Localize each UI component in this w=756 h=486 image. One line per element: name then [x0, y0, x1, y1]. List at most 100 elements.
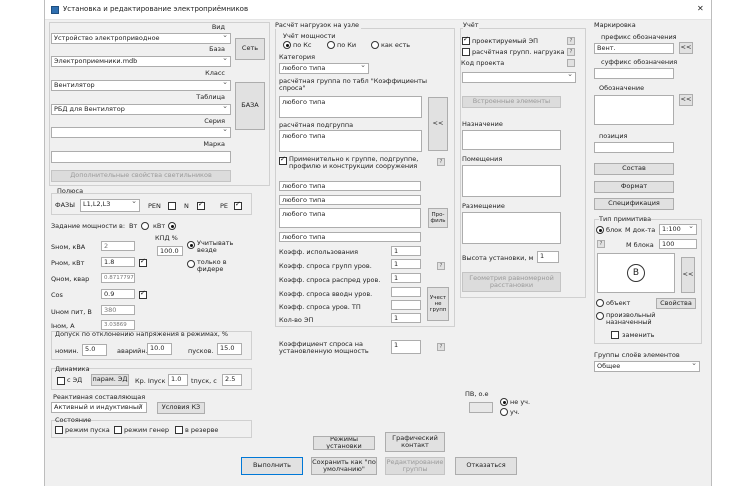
inom-input[interactable]: 3.03869 — [101, 320, 135, 330]
vt-radio[interactable] — [141, 222, 149, 230]
count-groups-button[interactable]: Учест не групп — [427, 287, 449, 321]
filter-field-1[interactable]: любого типа — [279, 181, 421, 191]
filter-field-4[interactable]: любого типа — [279, 232, 421, 242]
k-group-input[interactable]: 1 — [391, 259, 421, 269]
pe-checkbox[interactable] — [234, 200, 242, 210]
kpd-input[interactable]: 100.0 — [157, 246, 183, 256]
spec-button[interactable]: Спецификация — [594, 198, 674, 210]
seria-select[interactable] — [51, 127, 231, 138]
k-tp-input[interactable] — [391, 300, 421, 310]
ed-checkbox[interactable] — [57, 377, 65, 385]
layers-select[interactable]: Общее — [594, 361, 700, 372]
format-button[interactable]: Формат — [594, 181, 674, 193]
cancel-button[interactable]: Отказаться — [455, 457, 517, 475]
k-set-help-icon[interactable]: ? — [437, 343, 445, 351]
pnom-input[interactable]: 1.8 — [101, 257, 135, 267]
rooms-field[interactable] — [462, 165, 561, 197]
k-input-input[interactable] — [391, 287, 421, 297]
projected-checkbox[interactable] — [462, 35, 470, 45]
purpose-field[interactable] — [462, 130, 561, 150]
phases-select[interactable]: L1,L2,L3 — [80, 199, 140, 212]
rezerv-checkbox[interactable] — [175, 426, 183, 434]
block-help-icon[interactable]: ? — [597, 240, 605, 248]
asis-radio[interactable] — [371, 41, 379, 49]
apply-help-icon[interactable]: ? — [437, 158, 445, 166]
snom-input[interactable]: 2 — [101, 241, 135, 251]
set-button[interactable]: Сеть — [235, 38, 265, 60]
cos-input[interactable]: 0.9 — [101, 289, 135, 299]
mblock-input[interactable]: 100 — [659, 239, 697, 249]
designation-arrow-button[interactable]: << — [679, 94, 693, 106]
table-select[interactable]: РБД для Вентилятор — [51, 104, 231, 115]
k-distr-input[interactable]: 1 — [391, 273, 421, 283]
group-arrow-button[interactable]: << — [428, 97, 448, 151]
k-group-help-icon[interactable]: ? — [437, 262, 445, 270]
pv-no-radio[interactable] — [500, 398, 508, 406]
pv-yes-radio[interactable] — [500, 408, 508, 416]
tpusk-input[interactable]: 2.5 — [222, 374, 242, 386]
category-select[interactable]: любого типа — [279, 63, 369, 74]
run-button[interactable]: Выполнить — [241, 457, 303, 475]
apply-checkbox[interactable] — [279, 155, 287, 165]
edit-groups-button[interactable]: Редактирование группы — [385, 457, 445, 475]
baza-button[interactable]: БАЗА — [235, 82, 265, 130]
prefix-input[interactable]: Вент. — [594, 43, 674, 54]
usch-radio[interactable] — [187, 241, 195, 249]
pusk-checkbox[interactable] — [55, 426, 63, 434]
param-ed-button[interactable]: парам. ЭД — [91, 374, 129, 386]
kc-radio[interactable] — [283, 41, 291, 49]
code-select[interactable] — [462, 72, 576, 83]
pv-input[interactable] — [469, 402, 493, 413]
prefix-arrow-button[interactable]: << — [679, 42, 693, 54]
designation-field[interactable] — [594, 95, 674, 125]
embedded-button[interactable]: Встроенные элементы — [462, 96, 561, 108]
pnom-checkbox[interactable] — [139, 257, 147, 267]
count-input[interactable]: 1 — [391, 313, 421, 323]
height-input[interactable]: 1 — [537, 251, 559, 263]
baza-select[interactable]: Электроприемники.mdb — [51, 56, 231, 67]
pen-checkbox[interactable] — [168, 202, 176, 210]
kvt-radio[interactable] — [168, 222, 176, 230]
replace-checkbox[interactable] — [611, 331, 619, 339]
vid-select[interactable]: Устройство электроприводное — [51, 33, 231, 44]
filter-field-2[interactable]: любого типа — [279, 195, 421, 205]
calc-group-checkbox[interactable] — [462, 48, 470, 56]
geometry-button[interactable]: Геометрия равномерной расстановки — [462, 272, 561, 292]
dev-nom-input[interactable]: 5.0 — [82, 344, 107, 356]
kr-input[interactable]: 1.0 — [168, 374, 188, 386]
save-default-button[interactable]: Сохранить как "по умолчанию" — [311, 457, 377, 475]
qnom-input[interactable]: 0.8717797 — [101, 273, 135, 283]
block-radio[interactable] — [596, 226, 604, 234]
object-radio[interactable] — [596, 299, 604, 307]
position-input[interactable] — [594, 142, 674, 153]
modes-button[interactable]: Режимы установки — [313, 436, 375, 450]
sostav-button[interactable]: Состав — [594, 163, 674, 175]
extra-props-button[interactable]: Дополнительные свойства светильников — [51, 170, 231, 182]
profile-button[interactable]: Про-филь — [428, 208, 448, 228]
mdoc-select[interactable]: 1:100 — [659, 224, 697, 235]
group-field[interactable]: любого типа — [279, 96, 422, 118]
dev-avar-input[interactable]: 10.0 — [147, 343, 172, 355]
graph-contact-button[interactable]: Графический контакт — [385, 432, 445, 452]
k-set-input[interactable]: 1 — [391, 340, 421, 354]
unom-input[interactable]: 380 — [101, 305, 135, 315]
code-icon[interactable] — [567, 59, 575, 67]
n-checkbox[interactable] — [197, 200, 205, 210]
subgroup-field[interactable]: любого типа — [279, 130, 422, 152]
cos-checkbox[interactable] — [139, 289, 147, 299]
only-feeder-radio[interactable] — [187, 260, 195, 268]
gen-checkbox[interactable] — [114, 426, 122, 434]
props-button[interactable]: Свойства — [656, 298, 696, 309]
custom-radio[interactable] — [596, 312, 604, 320]
calc-group-help-icon[interactable]: ? — [567, 48, 575, 56]
klass-select[interactable]: Вентилятор — [51, 80, 231, 91]
suffix-input[interactable] — [594, 68, 674, 79]
reactive-select[interactable]: Активный и индуктивный — [51, 402, 147, 413]
block-arrow-button[interactable]: << — [681, 257, 695, 293]
filter-field-3[interactable]: любого типа — [279, 208, 421, 228]
kz-button[interactable]: Условия КЗ — [157, 402, 205, 414]
k-use-input[interactable]: 1 — [391, 246, 421, 256]
projected-help-icon[interactable]: ? — [567, 37, 575, 45]
placement-field[interactable] — [462, 212, 561, 244]
ki-radio[interactable] — [327, 41, 335, 49]
